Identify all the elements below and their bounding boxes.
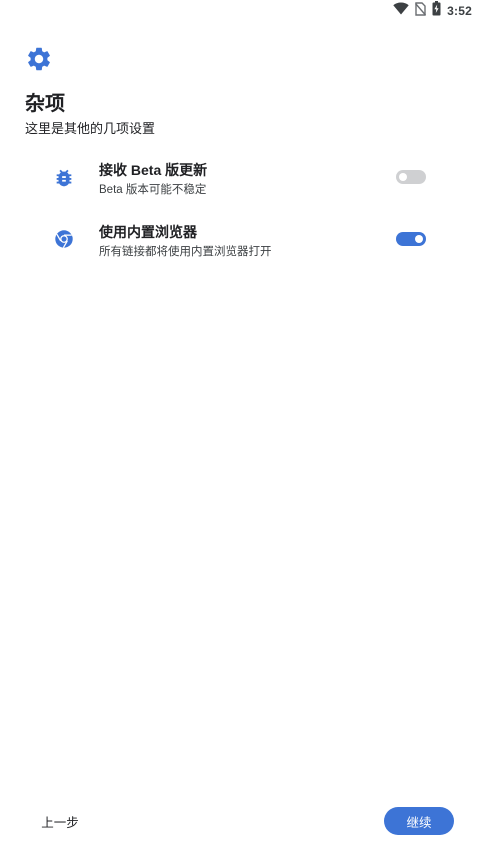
status-bar: 3:52	[0, 0, 480, 22]
beta-updates-toggle[interactable]	[396, 170, 426, 184]
page-subtitle: 这里是其他的几项设置	[25, 121, 156, 136]
status-time: 3:52	[447, 4, 472, 18]
pref-title: 使用内置浏览器	[99, 224, 197, 240]
back-button[interactable]: 上一步	[30, 807, 90, 835]
toggle-thumb	[399, 173, 407, 181]
pref-beta-updates[interactable]: 接收 Beta 版更新 Beta 版本可能不稳定	[0, 150, 480, 206]
pref-summary: 所有链接都将使用内置浏览器打开	[99, 246, 272, 258]
pref-builtin-browser[interactable]: 使用内置浏览器 所有链接都将使用内置浏览器打开	[0, 212, 480, 268]
no-sim-icon	[415, 1, 427, 21]
chrome-browser-icon	[53, 228, 75, 250]
pref-summary: Beta 版本可能不稳定	[99, 184, 207, 196]
gear-icon	[25, 45, 53, 73]
pref-title: 接收 Beta 版更新	[99, 162, 208, 178]
bug-icon	[53, 167, 75, 189]
toggle-thumb	[415, 235, 423, 243]
continue-button[interactable]: 继续	[384, 807, 454, 835]
builtin-browser-toggle[interactable]	[396, 232, 426, 246]
battery-charging-icon	[432, 1, 441, 21]
page-title: 杂项	[25, 93, 65, 115]
wifi-icon	[393, 2, 409, 20]
status-icons: 3:52	[393, 1, 472, 21]
